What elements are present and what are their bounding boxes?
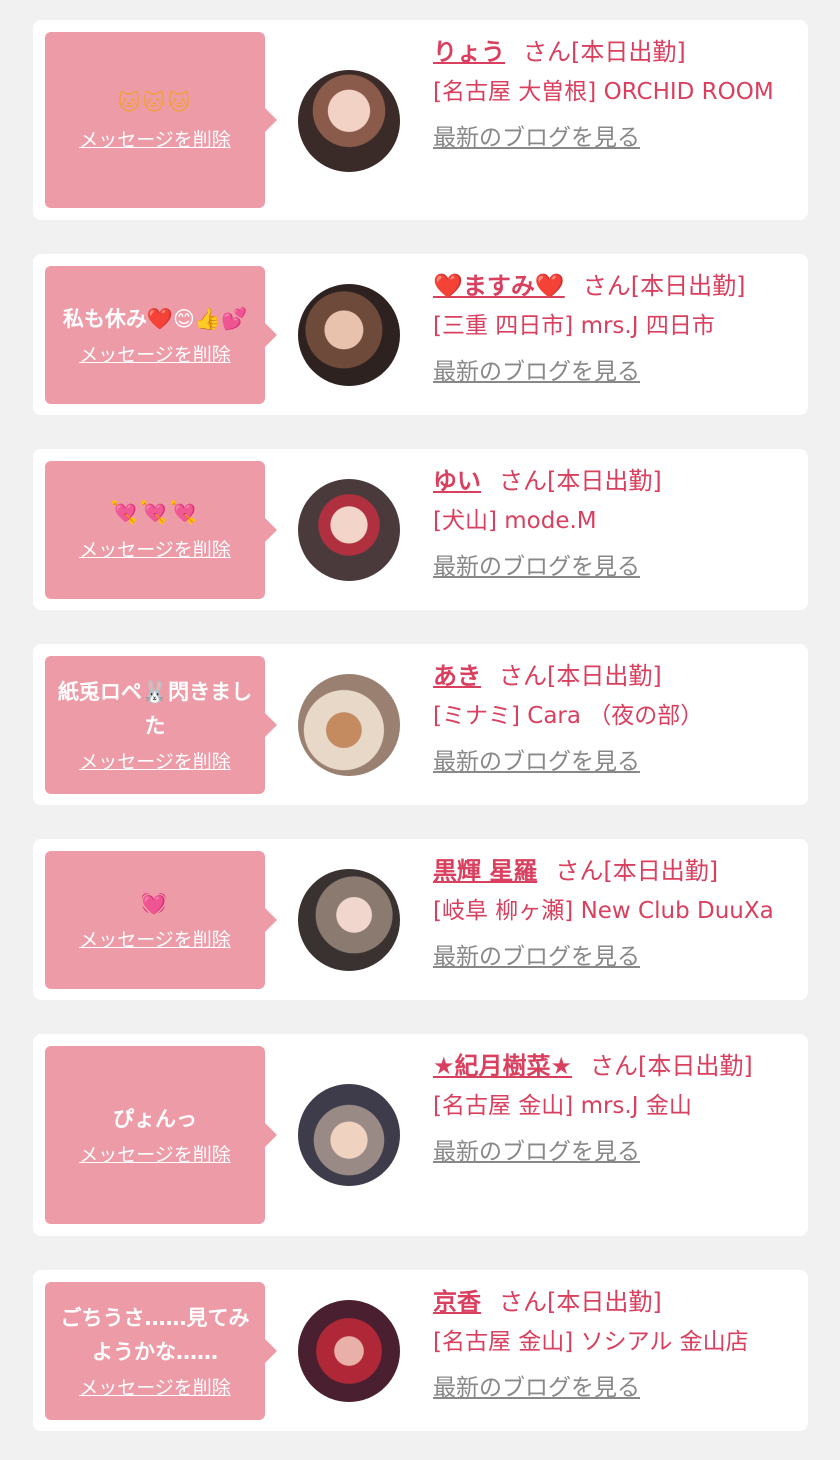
shop-name: [名古屋 大曽根] ORCHID ROOM [433,79,774,105]
attendance-status: さん[本日出勤] [555,857,719,885]
message-card: 🐱🐱🐱 メッセージを削除 りょう さん[本日出勤] [名古屋 大曽根] ORCHI… [33,20,808,220]
delete-message-link[interactable]: メッセージを削除 [79,927,231,953]
shop-name: [名古屋 金山] mrs.J 金山 [433,1093,692,1119]
name-line: ゆい さん[本日出勤] [433,461,794,501]
message-card: 私も休み❤️😊👍💕 メッセージを削除 ❤️ますみ❤️ さん[本日出勤] [三重 四… [33,254,808,415]
attendance-status: さん[本日出勤] [499,1288,662,1316]
shop-name: [ミナミ] Cara （夜の部） [433,703,704,729]
latest-blog-link[interactable]: 最新のブログを見る [433,118,640,158]
avatar[interactable] [298,479,400,581]
cast-info: 京香 さん[本日出勤] [名古屋 金山] ソシアル 金山店 最新のブログを見る [433,1282,794,1408]
delete-message-link[interactable]: メッセージを削除 [79,749,231,775]
cast-name-link[interactable]: 京香 [433,1288,481,1316]
cast-info: ★紀月樹菜★ さん[本日出勤] [名古屋 金山] mrs.J 金山 最新のブログを… [433,1046,794,1172]
delete-message-link[interactable]: メッセージを削除 [79,537,231,563]
cast-name-link[interactable]: あき [433,662,481,690]
cast-name-link[interactable]: りょう [433,38,505,66]
cast-info: 黒輝 星羅 さん[本日出勤] [岐阜 柳ヶ瀬] New Club DuuXa 最新… [433,851,794,977]
attendance-status: さん[本日出勤] [590,1052,753,1080]
latest-blog-link[interactable]: 最新のブログを見る [433,547,640,587]
shop-name: [三重 四日市] mrs.J 四日市 [433,313,715,339]
avatar[interactable] [298,284,400,386]
message-card: 💓 メッセージを削除 黒輝 星羅 さん[本日出勤] [岐阜 柳ヶ瀬] New Cl… [33,839,808,1000]
latest-blog-link[interactable]: 最新のブログを見る [433,937,640,977]
message-text: ぴょんっ [113,1107,197,1131]
message-card: ぴょんっ メッセージを削除 ★紀月樹菜★ さん[本日出勤] [名古屋 金山] mr… [33,1034,808,1236]
attendance-status: さん[本日出勤] [582,272,746,300]
delete-message-link[interactable]: メッセージを削除 [79,1142,231,1168]
message-bubble: 私も休み❤️😊👍💕 メッセージを削除 [45,266,277,404]
cast-info: りょう さん[本日出勤] [名古屋 大曽根] ORCHID ROOM 最新のブログ… [433,32,794,158]
delete-message-link[interactable]: メッセージを削除 [79,1375,231,1401]
attendance-status: さん[本日出勤] [523,38,686,66]
message-text: ごちうさ……見てみようかな…… [60,1306,250,1364]
avatar[interactable] [298,1084,400,1186]
delete-message-link[interactable]: メッセージを削除 [79,342,231,368]
name-line: 黒輝 星羅 さん[本日出勤] [433,851,794,891]
cast-name-link[interactable]: ゆい [433,467,481,495]
cast-name-link[interactable]: ❤️ますみ❤️ [433,272,565,300]
message-text: 💘💘💘 [110,501,200,526]
message-bubble: 🐱🐱🐱 メッセージを削除 [45,32,277,208]
latest-blog-link[interactable]: 最新のブログを見る [433,352,640,392]
shop-name: [名古屋 金山] ソシアル 金山店 [433,1329,749,1355]
attendance-status: さん[本日出勤] [499,662,662,690]
shop-name: [岐阜 柳ヶ瀬] New Club DuuXa [433,898,774,924]
avatar[interactable] [298,674,400,776]
message-card: 紙兎ロペ🐰閃きました メッセージを削除 あき さん[本日出勤] [ミナミ] Car… [33,644,808,805]
message-bubble: 紙兎ロペ🐰閃きました メッセージを削除 [45,656,277,794]
cast-info: ❤️ますみ❤️ さん[本日出勤] [三重 四日市] mrs.J 四日市 最新のブロ… [433,266,794,392]
cast-info: あき さん[本日出勤] [ミナミ] Cara （夜の部） 最新のブログを見る [433,656,794,782]
attendance-status: さん[本日出勤] [499,467,662,495]
latest-blog-link[interactable]: 最新のブログを見る [433,1368,640,1408]
message-text: 私も休み❤️😊👍💕 [62,307,248,331]
message-card: 💘💘💘 メッセージを削除 ゆい さん[本日出勤] [犬山] mode.M 最新のブ… [33,449,808,610]
latest-blog-link[interactable]: 最新のブログを見る [433,742,640,782]
cast-name-link[interactable]: 黒輝 星羅 [433,857,537,885]
message-bubble: ぴょんっ メッセージを削除 [45,1046,277,1224]
message-card: ごちうさ……見てみようかな…… メッセージを削除 京香 さん[本日出勤] [名古屋… [33,1270,808,1431]
name-line: りょう さん[本日出勤] [433,32,794,72]
name-line: ★紀月樹菜★ さん[本日出勤] [433,1046,794,1086]
cast-info: ゆい さん[本日出勤] [犬山] mode.M 最新のブログを見る [433,461,794,587]
message-bubble: 💓 メッセージを削除 [45,851,277,989]
message-text: 🐱🐱🐱 [117,91,193,116]
avatar[interactable] [298,70,400,172]
name-line: ❤️ますみ❤️ さん[本日出勤] [433,266,794,306]
name-line: あき さん[本日出勤] [433,656,794,696]
avatar[interactable] [298,1300,400,1402]
delete-message-link[interactable]: メッセージを削除 [79,127,231,153]
message-bubble: ごちうさ……見てみようかな…… メッセージを削除 [45,1282,277,1420]
message-bubble: 💘💘💘 メッセージを削除 [45,461,277,599]
shop-name: [犬山] mode.M [433,508,597,534]
latest-blog-link[interactable]: 最新のブログを見る [433,1132,640,1172]
cast-name-link[interactable]: ★紀月樹菜★ [433,1052,572,1080]
name-line: 京香 さん[本日出勤] [433,1282,794,1322]
avatar[interactable] [298,869,400,971]
message-text: 紙兎ロペ🐰閃きました [57,680,253,738]
message-text: 💓 [140,891,170,916]
